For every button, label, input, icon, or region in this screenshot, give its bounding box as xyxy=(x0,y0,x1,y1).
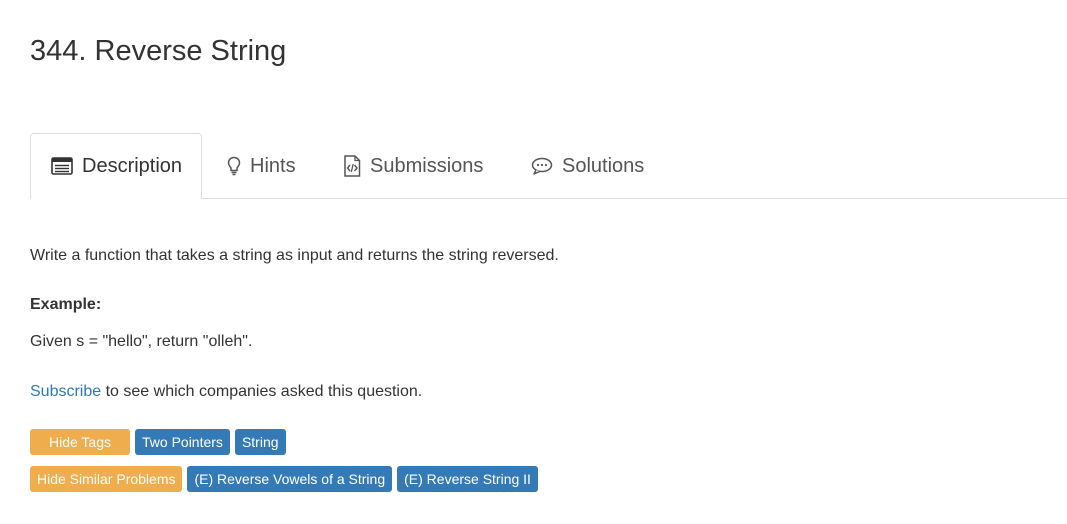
tab-submissions-label: Submissions xyxy=(370,154,484,177)
example-text: Given s = "hello", return "olleh". xyxy=(30,333,253,350)
tab-solutions[interactable]: Solutions xyxy=(531,133,644,199)
tab-description-label: Description xyxy=(82,154,183,177)
tags-row: Hide Tags Two Pointers String xyxy=(30,429,286,455)
similar-problems-row: Hide Similar Problems (E) Reverse Vowels… xyxy=(30,466,538,492)
hide-similar-problems-button[interactable]: Hide Similar Problems xyxy=(30,466,183,492)
subscribe-line: Subscribe to see which companies asked t… xyxy=(30,381,422,403)
list-icon xyxy=(51,157,73,175)
problem-page: 344. Reverse String Description Hints Su… xyxy=(0,0,1067,524)
chat-bubble-icon xyxy=(531,157,553,175)
tab-hints-label: Hints xyxy=(250,154,296,177)
hide-tags-button[interactable]: Hide Tags xyxy=(30,429,130,455)
tag-string[interactable]: String xyxy=(234,429,286,455)
lightbulb-icon xyxy=(227,156,241,176)
problem-description: Write a function that takes a string as … xyxy=(30,247,559,264)
tag-two-pointers[interactable]: Two Pointers xyxy=(135,429,230,455)
similar-problem-reverse-vowels[interactable]: (E) Reverse Vowels of a String xyxy=(187,466,393,492)
tab-solutions-label: Solutions xyxy=(562,154,645,177)
tab-description[interactable]: Description xyxy=(30,133,202,199)
page-title: 344. Reverse String xyxy=(30,35,287,67)
similar-problem-reverse-string-ii[interactable]: (E) Reverse String II xyxy=(397,466,538,492)
subscribe-text: to see which companies asked this questi… xyxy=(101,383,423,400)
code-file-icon xyxy=(343,155,361,177)
example-heading: Example: xyxy=(30,296,102,313)
tab-hints[interactable]: Hints xyxy=(227,133,296,199)
subscribe-link[interactable]: Subscribe xyxy=(30,383,101,400)
tab-bar: Description Hints Submissions Solutions xyxy=(30,133,1067,199)
tab-submissions[interactable]: Submissions xyxy=(343,133,483,199)
